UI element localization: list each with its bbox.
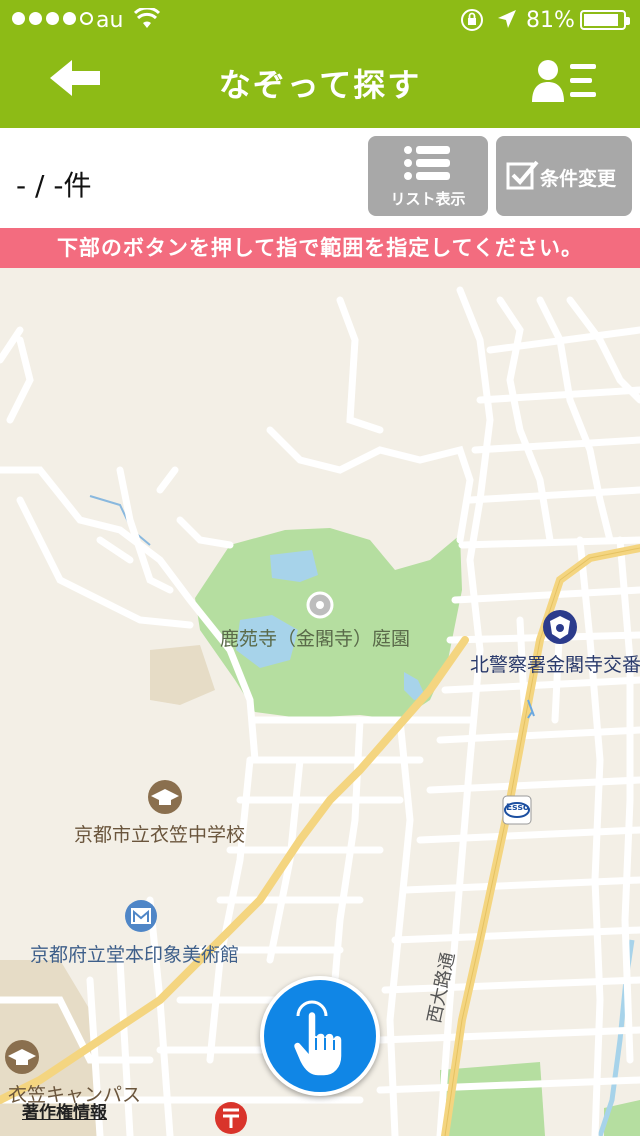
user-menu-button[interactable]: [532, 58, 602, 108]
battery-icon: [580, 10, 630, 30]
wifi-icon: [133, 6, 161, 36]
result-toolbar: - / -件 リスト表示 条件変更: [0, 128, 640, 228]
map-label-rokuonji: 鹿苑寺（金閣寺）庭園: [220, 628, 411, 650]
status-bar: au 81%: [0, 0, 640, 40]
map-label-police: 北警察署金閣寺交番: [470, 654, 640, 676]
finger-touch-icon: [292, 1000, 343, 1077]
map-label-esso: Esso: [506, 803, 530, 813]
map-label-school: 京都市立衣笠中学校: [74, 824, 246, 846]
battery-percent: 81%: [526, 8, 575, 33]
list-view-label: リスト表示: [390, 190, 466, 208]
list-view-button[interactable]: リスト表示: [368, 136, 488, 216]
user-list-icon: [532, 60, 596, 102]
rotation-lock-icon: [460, 8, 484, 38]
change-conditions-button[interactable]: 条件変更: [496, 136, 632, 216]
location-icon: [496, 8, 518, 36]
list-icon: [404, 146, 450, 180]
checkbox-icon: [506, 160, 539, 190]
navigation-bar: au 81% なぞって探す: [0, 0, 640, 128]
signal-strength-icon: [12, 12, 93, 25]
carrier-name: au: [96, 8, 124, 33]
change-conditions-label: 条件変更: [540, 168, 617, 190]
copyright-link[interactable]: 著作権情報: [22, 1098, 107, 1123]
map-label-museum: 京都府立堂本印象美術館: [30, 944, 240, 966]
draw-area-button[interactable]: [260, 976, 380, 1096]
result-count: - / -件: [16, 169, 92, 202]
instruction-banner: 下部のボタンを押して指で範囲を指定してください。: [0, 228, 640, 268]
